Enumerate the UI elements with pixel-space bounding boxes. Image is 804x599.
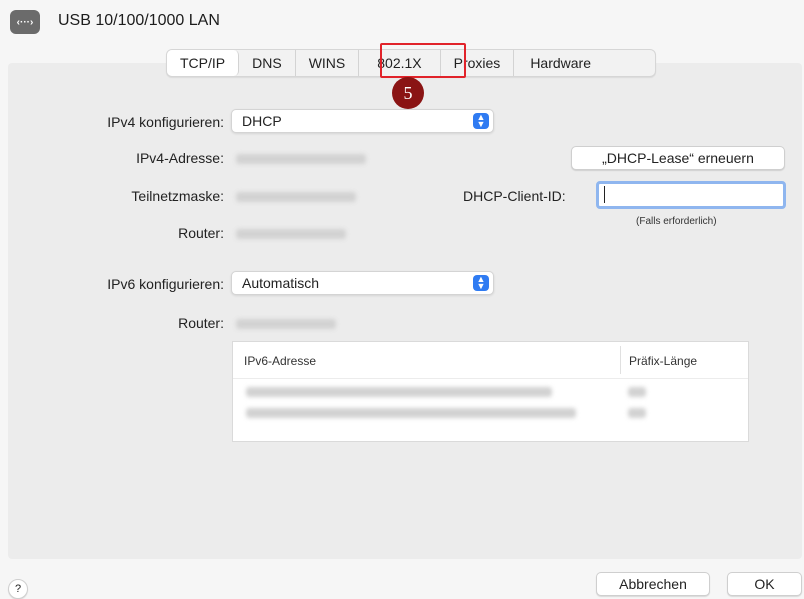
cancel-button[interactable]: Abbrechen bbox=[596, 572, 710, 596]
column-separator bbox=[620, 346, 621, 374]
tab-dns[interactable]: DNS bbox=[239, 50, 296, 76]
ipv6-router-value bbox=[236, 319, 336, 329]
dhcp-client-id-hint: (Falls erforderlich) bbox=[636, 216, 717, 227]
ipv6-configure-select[interactable]: Automatisch ▲ ▼ bbox=[231, 271, 494, 295]
dhcp-client-id-label: DHCP-Client-ID: bbox=[463, 188, 566, 204]
text-caret bbox=[604, 186, 605, 203]
ipv6-configure-label: IPv6 konfigurieren: bbox=[107, 276, 224, 292]
dhcp-client-id-field[interactable] bbox=[596, 181, 786, 209]
ipv4-configure-value: DHCP bbox=[242, 113, 282, 129]
tab-hardware[interactable]: Hardware bbox=[514, 50, 607, 76]
header-divider bbox=[233, 378, 748, 379]
ok-button[interactable]: OK bbox=[727, 572, 802, 596]
table-row[interactable] bbox=[246, 387, 552, 397]
table-row-prefix bbox=[628, 408, 646, 418]
settings-panel bbox=[8, 63, 802, 559]
annotation-step-badge: 5 bbox=[392, 77, 424, 109]
column-header-prefix-length[interactable]: Präfix-Länge bbox=[629, 354, 697, 368]
ipv4-configure-select[interactable]: DHCP ▲ ▼ bbox=[231, 109, 494, 133]
window-title: USB 10/100/1000 LAN bbox=[58, 12, 220, 29]
ipv4-configure-label: IPv4 konfigurieren: bbox=[107, 114, 224, 130]
chevron-up-down-icon: ▲ ▼ bbox=[473, 113, 489, 129]
ipv4-address-value bbox=[236, 154, 366, 164]
ipv4-router-value bbox=[236, 229, 346, 239]
table-row-prefix bbox=[628, 387, 646, 397]
network-icon: ‹···› bbox=[10, 10, 40, 34]
renew-dhcp-lease-button[interactable]: „DHCP-Lease“ erneuern bbox=[571, 146, 785, 170]
table-row[interactable] bbox=[246, 408, 576, 418]
tab-wins[interactable]: WINS bbox=[296, 50, 360, 76]
ipv6-router-label: Router: bbox=[178, 315, 224, 331]
annotation-highlight-box bbox=[380, 43, 466, 78]
subnet-mask-value bbox=[236, 192, 356, 202]
tab-tcpip[interactable]: TCP/IP bbox=[167, 50, 240, 76]
help-button[interactable]: ? bbox=[8, 579, 28, 599]
chevron-up-down-icon: ▲ ▼ bbox=[473, 275, 489, 291]
ipv4-address-label: IPv4-Adresse: bbox=[136, 150, 224, 166]
ipv6-configure-value: Automatisch bbox=[242, 275, 320, 291]
subnet-mask-label: Teilnetzmaske: bbox=[131, 188, 224, 204]
ipv4-router-label: Router: bbox=[178, 225, 224, 241]
column-header-ipv6-address[interactable]: IPv6-Adresse bbox=[244, 354, 316, 368]
